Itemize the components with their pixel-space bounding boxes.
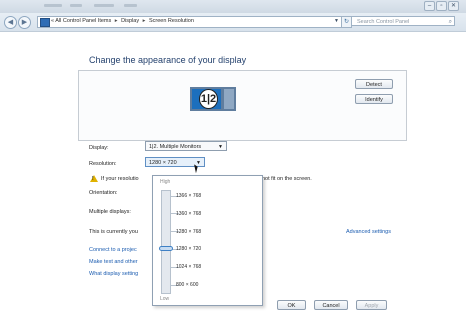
breadcrumb: « All Control Panel Items ▸ Display ▸ Sc…	[51, 18, 194, 24]
connect-projector-link[interactable]: Connect to a projec	[89, 247, 137, 253]
resolution-high-label: High	[160, 179, 171, 185]
display-settings-link[interactable]: What display setting	[89, 271, 138, 277]
title-ghost-2	[70, 4, 82, 7]
display-select[interactable]: 1|2. Multiple Monitors ▼	[145, 141, 227, 151]
breadcrumb-separator: ▸	[114, 18, 118, 24]
control-panel-icon	[40, 18, 50, 27]
warning-text-start: If your resolutio	[101, 176, 139, 182]
cancel-button[interactable]: Cancel	[314, 300, 348, 310]
search-input[interactable]: Search Control Panel ⌕	[351, 16, 455, 26]
navigation-bar: ◀ ▶ « All Control Panel Items ▸ Display …	[0, 13, 466, 38]
advanced-settings-link[interactable]: Advanced settings	[346, 229, 391, 235]
current-display-text: This is currently you	[89, 229, 138, 235]
resolution-option[interactable]: 1366 × 768	[176, 193, 201, 199]
page-title: Change the appearance of your display	[89, 55, 247, 65]
breadcrumb-separator: ▸	[142, 18, 146, 24]
warning-text-end: not fit on the screen.	[262, 176, 312, 182]
back-icon[interactable]: ◀	[4, 16, 17, 29]
display-select-value: 1|2. Multiple Monitors	[149, 144, 202, 150]
resolution-option[interactable]: 800 × 600	[176, 282, 198, 288]
secondary-monitor-icon[interactable]	[222, 87, 236, 111]
address-dropdown-icon[interactable]: ▼	[334, 18, 339, 24]
orientation-label: Orientation:	[89, 190, 118, 196]
resolution-option[interactable]: 1024 × 768	[176, 264, 201, 270]
monitor-number-badge: 1|2	[199, 89, 218, 109]
resolution-slider-track[interactable]	[161, 190, 171, 294]
warning-mark: !	[92, 176, 94, 182]
maximize-button[interactable]: ▫	[436, 1, 447, 11]
resolution-option[interactable]: 1280 × 768	[176, 229, 201, 235]
close-button[interactable]: ✕	[448, 1, 459, 11]
address-marker: «	[51, 18, 55, 24]
title-ghost-4	[124, 4, 137, 7]
search-placeholder: Search Control Panel	[357, 19, 410, 25]
dropdown-arrow-icon: ▼	[218, 144, 223, 150]
multiple-displays-label: Multiple displays:	[89, 209, 131, 215]
search-icon[interactable]: ⌕	[449, 17, 452, 27]
breadcrumb-screen-resolution[interactable]: Screen Resolution	[149, 18, 194, 24]
ok-button[interactable]: OK	[277, 300, 306, 310]
window-titlebar: – ▫ ✕	[0, 0, 466, 14]
resolution-label: Resolution:	[89, 161, 117, 167]
title-ghost-1	[44, 4, 62, 7]
forward-icon[interactable]: ▶	[18, 16, 31, 29]
identify-button[interactable]: Identify	[355, 94, 393, 104]
resolution-select-value: 1280 × 720	[149, 160, 177, 166]
text-size-link[interactable]: Make text and other	[89, 259, 138, 265]
resolution-option[interactable]: 1360 × 768	[176, 211, 201, 217]
address-bar[interactable]: « All Control Panel Items ▸ Display ▸ Sc…	[37, 16, 342, 28]
breadcrumb-display[interactable]: Display	[121, 18, 139, 24]
title-ghost-3	[94, 4, 114, 7]
breadcrumb-control-panel[interactable]: All Control Panel Items	[55, 18, 111, 24]
display-label: Display:	[89, 145, 109, 151]
resolution-option-selected[interactable]: 1280 × 720	[176, 246, 201, 252]
apply-button[interactable]: Apply	[356, 300, 387, 310]
resolution-low-label: Low	[160, 296, 170, 302]
minimize-button[interactable]: –	[424, 1, 435, 11]
detect-button[interactable]: Detect	[355, 79, 393, 89]
resolution-slider-thumb[interactable]	[159, 246, 173, 251]
